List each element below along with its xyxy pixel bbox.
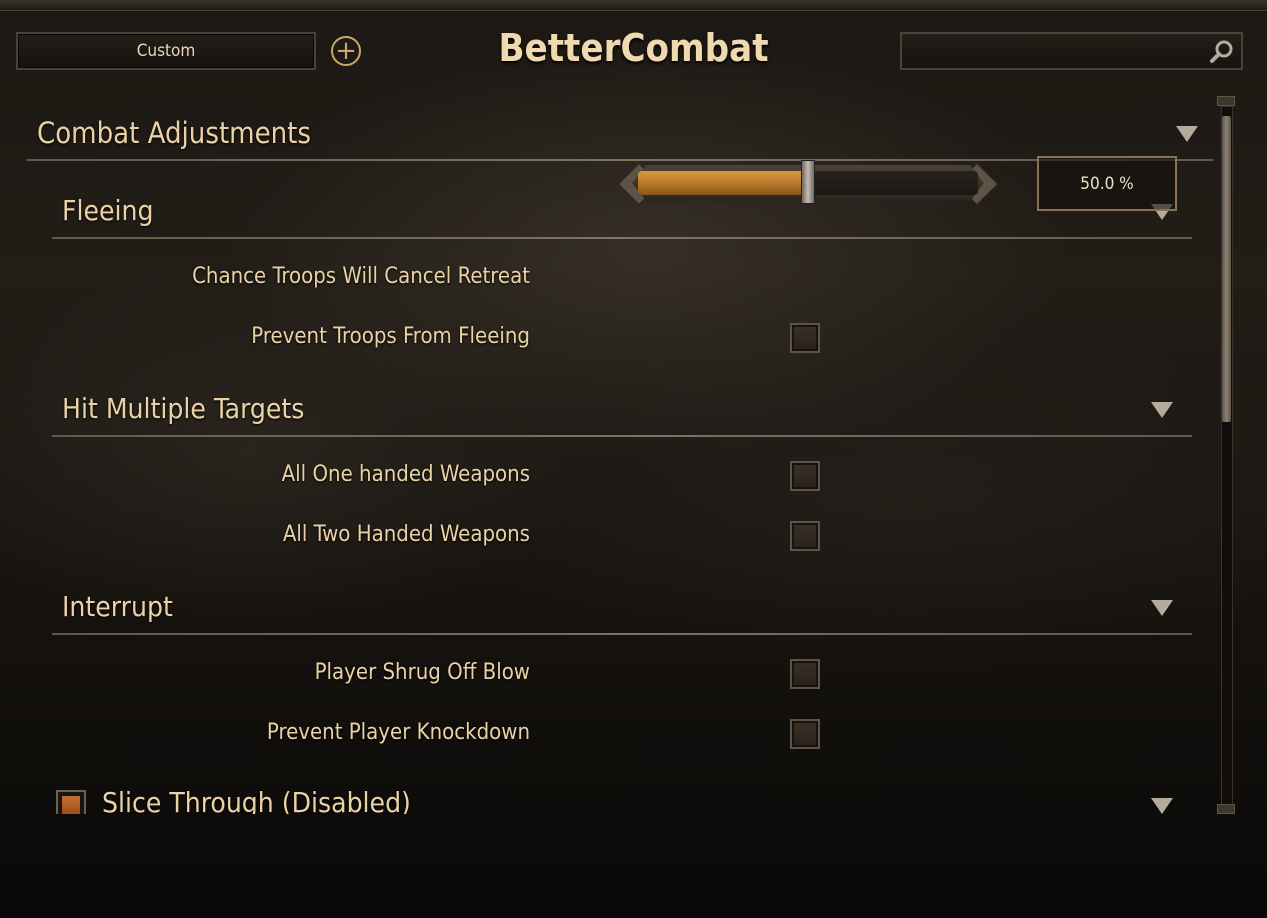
slider-fill [638, 171, 808, 195]
top-border [0, 0, 1267, 11]
setting-label-two-handed: All Two Handed Weapons [282, 522, 530, 547]
setting-label-shrug-off: Player Shrug Off Blow [314, 660, 530, 685]
setting-label-chance-cancel-retreat: Chance Troops Will Cancel Retreat [192, 264, 530, 289]
search-box[interactable] [900, 32, 1243, 70]
triangle-down-icon[interactable] [1151, 600, 1173, 616]
one-handed-checkbox[interactable] [790, 461, 820, 491]
chance-cancel-retreat-slider[interactable] [617, 160, 999, 206]
divider [52, 435, 1192, 437]
triangle-down-icon[interactable] [1176, 126, 1198, 142]
setting-label-one-handed: All One handed Weapons [281, 462, 530, 487]
section-hit-multiple-targets[interactable]: Hit Multiple Targets [62, 392, 304, 425]
section-interrupt[interactable]: Interrupt [62, 590, 173, 623]
settings-list: Combat Adjustments Fleeing Chance Troops… [0, 96, 1215, 814]
divider [52, 633, 1192, 635]
section-combat-adjustments[interactable]: Combat Adjustments [37, 116, 311, 150]
section-title: Slice Through (Disabled) [102, 786, 411, 814]
slider-thumb[interactable] [801, 160, 815, 204]
setting-label-prevent-fleeing: Prevent Troops From Fleeing [251, 324, 530, 349]
scroll-cap-bottom [1217, 804, 1235, 814]
section-title: Hit Multiple Targets [62, 392, 305, 425]
scrollbar[interactable] [1216, 96, 1236, 814]
divider [52, 237, 1192, 239]
toggle-fill [62, 796, 80, 814]
triangle-down-icon[interactable] [1151, 798, 1173, 814]
prevent-fleeing-checkbox[interactable] [790, 323, 820, 353]
search-input[interactable] [910, 40, 1204, 64]
magnifier-icon[interactable] [1209, 39, 1235, 65]
setting-label-prevent-knockdown: Prevent Player Knockdown [266, 720, 530, 745]
section-title: Combat Adjustments [37, 116, 311, 150]
section-title: Fleeing [62, 194, 154, 227]
two-handed-checkbox[interactable] [790, 521, 820, 551]
triangle-down-icon[interactable] [1151, 402, 1173, 418]
shrug-off-checkbox[interactable] [790, 659, 820, 689]
slice-through-toggle[interactable] [56, 790, 86, 814]
mod-options-screen: Custom + BetterCombat Combat Adjustments… [0, 0, 1267, 918]
scroll-cap-top [1217, 96, 1235, 106]
section-slice-through[interactable]: Slice Through (Disabled) [102, 786, 411, 814]
scroll-thumb[interactable] [1222, 116, 1231, 422]
section-title: Interrupt [62, 590, 173, 623]
prevent-knockdown-checkbox[interactable] [790, 719, 820, 749]
slider-value-field[interactable]: 50.0 % [1037, 156, 1177, 211]
section-fleeing[interactable]: Fleeing [62, 194, 153, 227]
